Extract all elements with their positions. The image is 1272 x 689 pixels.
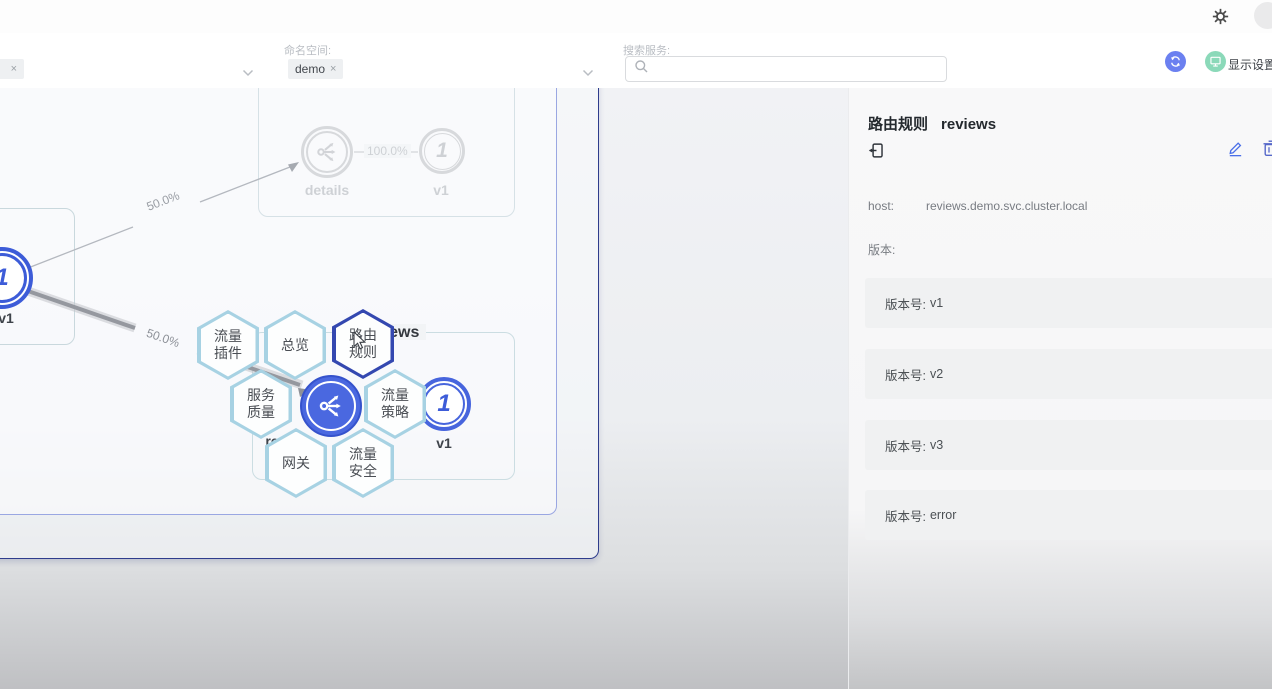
mesh-tag-close-icon[interactable]: ×	[11, 63, 17, 75]
main-area: 50.0% 50.0% 100.0% details 1 v1 1 v1	[0, 88, 1272, 689]
details-version-node[interactable]: 1	[419, 128, 465, 174]
edit-pencil-icon[interactable]	[1227, 139, 1244, 162]
details-version-label: v1	[433, 182, 449, 198]
mouse-cursor-icon	[353, 332, 367, 351]
versions-label: 版本:	[868, 241, 895, 258]
version-value: v1	[930, 296, 943, 310]
hex-menu-item-label: 流量策略	[368, 373, 423, 436]
display-settings-icon[interactable]	[1205, 51, 1226, 72]
namespace-tag-text: demo	[295, 62, 325, 76]
version-field-label: 版本号:	[885, 294, 926, 313]
share-icon	[314, 139, 340, 165]
namespace-tag-close-icon[interactable]: ×	[330, 63, 336, 75]
host-label: host:	[868, 199, 894, 213]
version-value: error	[930, 508, 956, 522]
export-document-icon[interactable]	[868, 142, 885, 164]
version-field-label: 版本号:	[885, 365, 926, 384]
version-card: 版本号: v1	[865, 278, 1272, 328]
top-bar	[0, 0, 1272, 34]
service-graph-canvas[interactable]: 50.0% 50.0% 100.0% details 1 v1 1 v1	[0, 88, 848, 689]
panel-title: 路由规则	[868, 113, 928, 134]
edge-traffic-label: 100.0%	[364, 144, 411, 158]
details-service-node[interactable]	[301, 126, 353, 178]
user-avatar[interactable]	[1254, 2, 1272, 29]
hex-menu-item-label: 总览	[268, 314, 323, 377]
namespace-tag[interactable]: demo ×	[288, 59, 343, 79]
refresh-button[interactable]	[1165, 51, 1186, 72]
namespace-select-label: 命名空间:	[284, 42, 331, 58]
detail-panel: 路由规则 reviews host:	[848, 88, 1272, 689]
search-input[interactable]	[655, 61, 946, 77]
mesh-tag[interactable]: ×	[0, 59, 24, 79]
reviews-service-node[interactable]	[300, 375, 362, 437]
settings-gear-icon[interactable]	[1212, 8, 1229, 25]
version-field-label: 版本号:	[885, 506, 926, 525]
version-card: 版本号: v2	[865, 349, 1272, 399]
reviews-version-label: v1	[436, 435, 452, 451]
panel-title-row: 路由规则 reviews	[868, 113, 996, 134]
version-card: 版本号: v3	[865, 420, 1272, 470]
hex-menu-item-label: 流量安全	[336, 432, 391, 495]
hex-menu-item-label: 网关	[269, 432, 324, 495]
version-value: v3	[930, 438, 943, 452]
source-version-label: v1	[0, 310, 14, 326]
version-value: v2	[930, 367, 943, 381]
hex-menu-item-label: 流量插件	[201, 314, 256, 377]
trash-icon[interactable]	[1262, 139, 1272, 162]
namespace-select-chevron-down-icon[interactable]	[582, 64, 594, 72]
host-value: reviews.demo.svc.cluster.local	[926, 199, 1087, 213]
filter-toolbar: × 命名空间: demo × 搜索服务: 显示设置	[0, 33, 1272, 89]
share-icon	[316, 391, 346, 421]
search-box[interactable]	[625, 56, 947, 82]
version-card: 版本号: error	[865, 490, 1272, 540]
hex-menu-item-label: 服务质量	[234, 373, 289, 436]
search-icon	[634, 59, 649, 79]
display-settings-button[interactable]: 显示设置	[1228, 56, 1272, 73]
details-node-label: details	[305, 182, 349, 198]
version-field-label: 版本号:	[885, 436, 926, 455]
panel-service-name: reviews	[941, 116, 996, 133]
mesh-select-chevron-down-icon[interactable]	[242, 64, 254, 72]
